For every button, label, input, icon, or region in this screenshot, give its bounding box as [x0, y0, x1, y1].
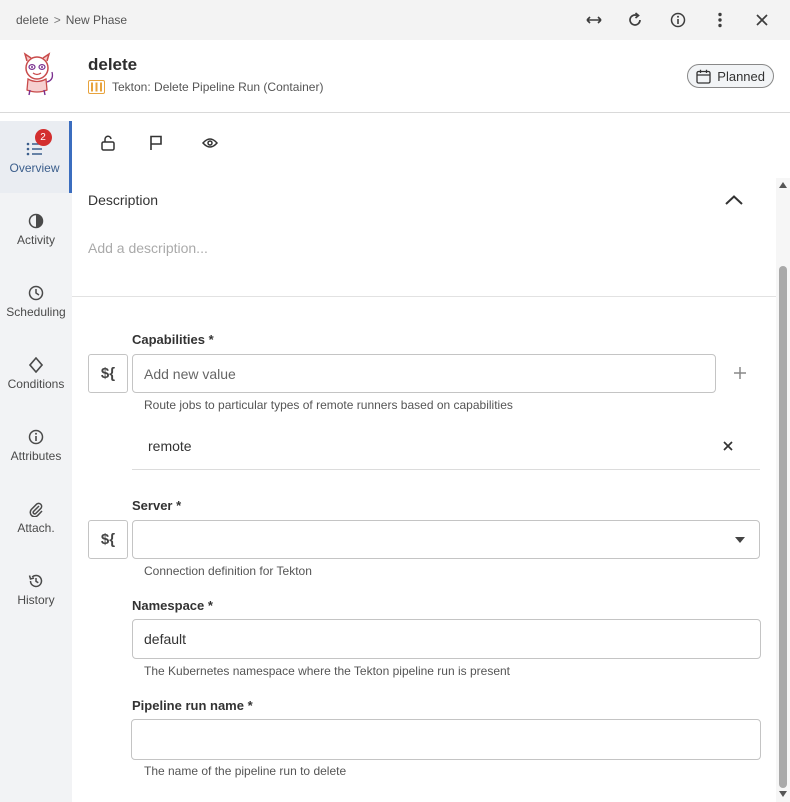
task-type: Tekton: Delete Pipeline Run (Container)	[88, 80, 323, 94]
breadcrumb-release[interactable]: delete	[16, 13, 49, 27]
sidebar: 2 Overview Activity Scheduling Condition…	[0, 121, 72, 802]
task-header: delete Tekton: Delete Pipeline Run (Cont…	[0, 40, 790, 113]
capability-value: remote	[148, 438, 192, 454]
info-icon	[26, 427, 46, 447]
breadcrumb: delete > New Phase	[16, 13, 127, 27]
namespace-input[interactable]: default	[132, 619, 761, 659]
sidebar-item-history[interactable]: History	[0, 553, 72, 625]
capability-value-row: remote	[132, 428, 760, 470]
pipeline-run-name-input[interactable]	[131, 719, 761, 760]
history-icon	[26, 571, 46, 591]
caret-down-icon	[735, 537, 745, 543]
flag-icon[interactable]	[146, 133, 166, 153]
pipeline-run-name-label: Pipeline run name *	[132, 698, 253, 713]
sidebar-item-label: Attach.	[17, 521, 55, 535]
sidebar-item-scheduling[interactable]: Scheduling	[0, 265, 72, 337]
description-input[interactable]: Add a description...	[88, 240, 208, 256]
sidebar-item-label: Activity	[16, 233, 55, 247]
sidebar-item-overview[interactable]: 2 Overview	[0, 121, 72, 193]
sidebar-item-activity[interactable]: Activity	[0, 193, 72, 265]
remove-capability-icon[interactable]	[720, 438, 736, 454]
scroll-up-arrow-icon[interactable]	[779, 181, 787, 189]
breadcrumb-separator: >	[53, 13, 61, 27]
close-icon[interactable]	[751, 10, 773, 30]
server-variable-button[interactable]: ${	[88, 520, 128, 559]
container-plugin-icon	[88, 80, 105, 94]
sidebar-item-label: Scheduling	[6, 305, 66, 319]
task-toolbar	[72, 121, 790, 161]
description-heading: Description	[88, 192, 159, 208]
namespace-label: Namespace *	[132, 598, 213, 613]
notification-badge: 2	[34, 129, 52, 146]
sidebar-item-attachments[interactable]: Attach.	[0, 481, 72, 553]
refresh-icon[interactable]	[624, 10, 646, 30]
paperclip-icon	[26, 499, 46, 519]
sidebar-item-attributes[interactable]: Attributes	[0, 409, 72, 481]
pipeline-run-name-help: The name of the pipeline run to delete	[144, 764, 347, 778]
sidebar-item-label: Overview	[9, 161, 60, 175]
info-icon[interactable]	[667, 10, 689, 30]
window-title-bar: delete > New Phase	[0, 0, 790, 40]
status-badge: Planned	[687, 64, 774, 88]
list-icon: 2	[25, 129, 52, 159]
server-help: Connection definition for Tekton	[144, 564, 312, 578]
task-details-panel: Description Add a description... Capabil…	[72, 178, 776, 802]
capabilities-input[interactable]: Add new value	[132, 354, 716, 393]
task-title[interactable]: delete	[88, 55, 137, 75]
capabilities-label: Capabilities *	[132, 332, 214, 347]
sidebar-item-label: History	[17, 593, 55, 607]
tekton-mascot-icon	[16, 52, 58, 96]
server-select[interactable]	[132, 520, 760, 559]
pie-icon	[26, 211, 46, 231]
eye-icon[interactable]	[200, 133, 220, 153]
divider	[72, 296, 776, 297]
sidebar-item-conditions[interactable]: Conditions	[0, 337, 72, 409]
sidebar-item-label: Conditions	[7, 377, 65, 391]
add-capability-button[interactable]	[730, 363, 750, 383]
expand-horizontal-icon[interactable]	[583, 10, 605, 30]
chevron-up-icon[interactable]	[724, 192, 744, 208]
capabilities-variable-button[interactable]: ${	[88, 354, 128, 393]
sidebar-item-label: Attributes	[10, 449, 62, 463]
unlock-icon[interactable]	[98, 133, 118, 153]
diamond-icon	[26, 355, 46, 375]
scroll-down-arrow-icon[interactable]	[779, 790, 787, 798]
breadcrumb-phase[interactable]: New Phase	[66, 13, 127, 27]
plus-icon	[734, 367, 746, 379]
calendar-icon	[696, 69, 711, 84]
task-type-label: Tekton: Delete Pipeline Run (Container)	[112, 80, 324, 94]
status-label: Planned	[717, 68, 765, 84]
server-label: Server *	[132, 498, 182, 513]
more-vertical-icon[interactable]	[709, 10, 731, 30]
capabilities-help: Route jobs to particular types of remote…	[144, 398, 513, 412]
namespace-help: The Kubernetes namespace where the Tekto…	[144, 664, 511, 678]
scrollbar[interactable]	[776, 178, 790, 802]
clock-icon	[26, 283, 46, 303]
scrollbar-thumb[interactable]	[779, 266, 787, 788]
